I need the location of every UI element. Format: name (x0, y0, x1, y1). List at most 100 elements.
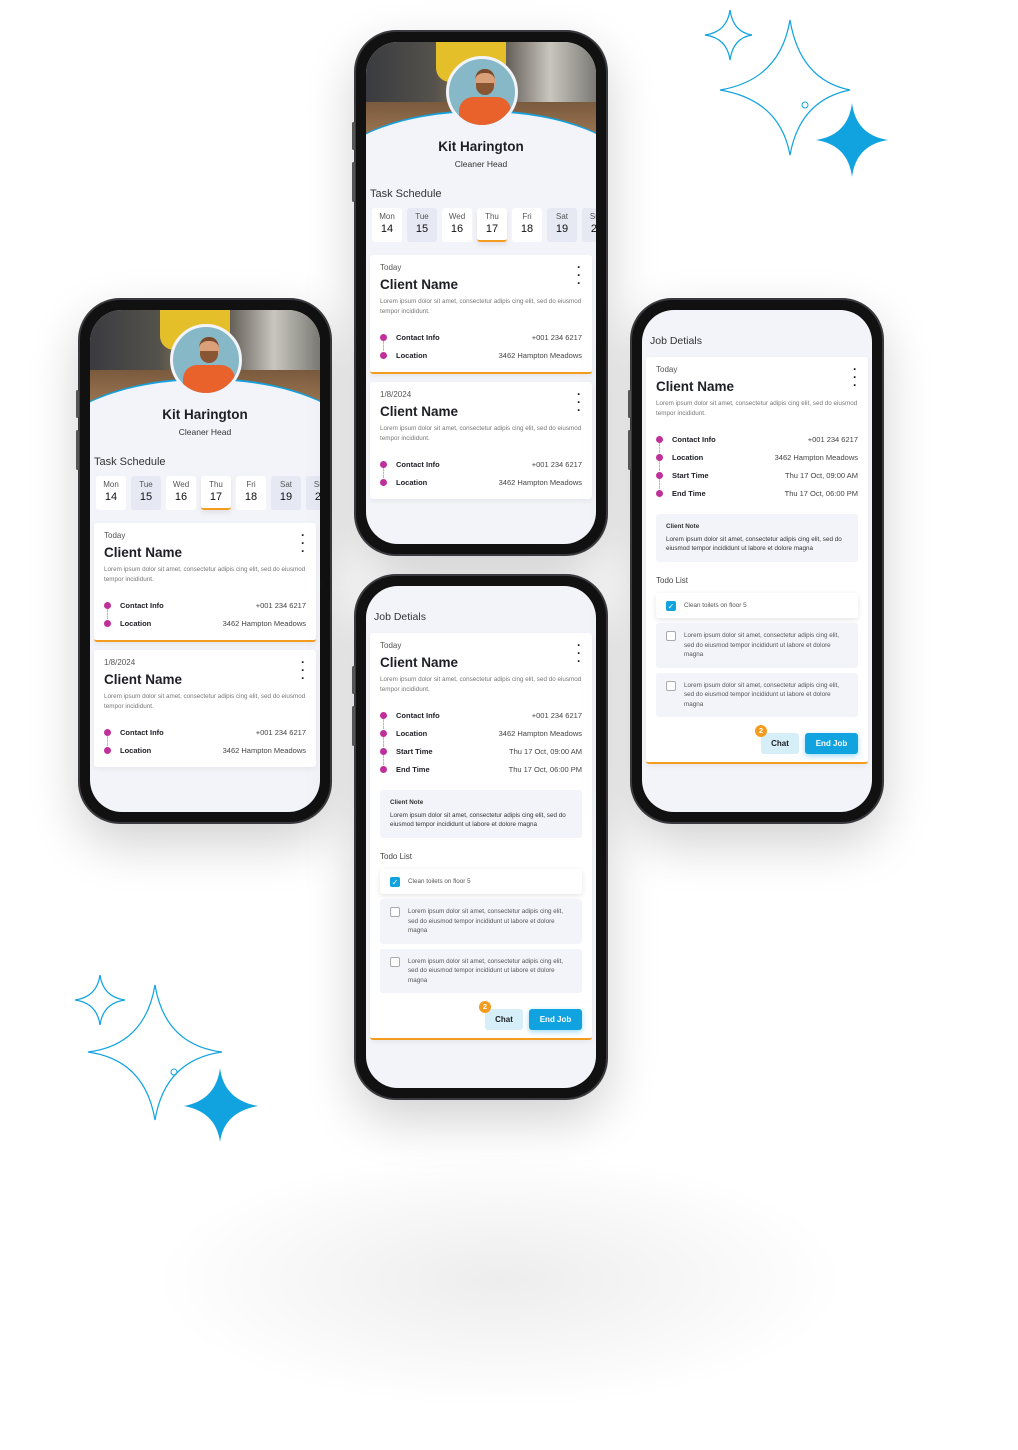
more-options-icon[interactable]: · · · (852, 363, 858, 391)
todo-checkbox[interactable] (666, 631, 676, 641)
more-options-icon[interactable]: · · · (300, 656, 306, 684)
task-description: Lorem ipsum dolor sit amet, consectetur … (104, 693, 306, 710)
day-chip-mon[interactable]: Mon 14 (372, 208, 402, 242)
day-date: 18 (244, 491, 258, 503)
todo-item[interactable]: Lorem ipsum dolor sit amet, consectetur … (656, 672, 858, 717)
task-date: Today (380, 263, 402, 272)
client-name: Client Name (104, 672, 183, 687)
side-button[interactable] (76, 390, 79, 418)
end-job-button[interactable]: End Job (805, 733, 858, 754)
day-chip-wed[interactable]: Wed 16 (442, 208, 472, 242)
day-date: 16 (174, 491, 188, 503)
side-button[interactable] (628, 430, 631, 470)
side-button[interactable] (352, 122, 355, 150)
more-options-icon[interactable]: · · · (300, 529, 306, 557)
avatar[interactable] (170, 324, 242, 396)
info-label: Start Time (656, 471, 709, 480)
day-date: 19 (555, 223, 569, 235)
job-date: Today (656, 365, 678, 374)
task-card[interactable]: Today · · · Client Name Lorem ipsum dolor sit… (370, 255, 592, 374)
info-value: Thu 17 Oct, 06:00 PM (784, 488, 858, 498)
avatar-body (183, 365, 235, 393)
more-options-icon[interactable]: · · · (576, 639, 582, 667)
section-title: Task Schedule (94, 456, 166, 468)
day-chip-mon[interactable]: Mon 14 (96, 476, 126, 510)
client-note-title: Client Note (666, 523, 700, 530)
task-card[interactable]: 1/8/2024 · · · Client Name Lorem ipsum dolor … (94, 650, 316, 767)
todo-checkbox[interactable] (666, 680, 676, 691)
info-row: Location 3462 Hampton Meadows (380, 346, 582, 364)
todo-text: Lorem ipsum dolor sit amet, consectetur … (408, 957, 564, 984)
day-name: Fri (246, 480, 256, 489)
todo-checkbox[interactable] (390, 907, 400, 917)
todo-item[interactable]: Lorem ipsum dolor sit amet, consectetur … (380, 899, 582, 944)
todo-text: Lorem ipsum dolor sit amet, consectetur … (684, 681, 840, 708)
info-label: Contact Info (656, 435, 716, 444)
day-chip-thu[interactable]: Thu 17 (201, 476, 231, 510)
end-job-button[interactable]: End Job (529, 1009, 582, 1030)
info-value: 3462 Hampton Meadows (498, 728, 582, 738)
todo-item[interactable]: Lorem ipsum dolor sit amet, consectetur … (656, 623, 858, 668)
info-value: 3462 Hampton Meadows (222, 618, 306, 628)
chat-unread-badge: 2 (479, 1001, 491, 1013)
info-value: Thu 17 Oct, 09:00 AM (785, 470, 858, 480)
todo-text: Clean toilets on floor 5 (684, 601, 747, 609)
day-chip-thu[interactable]: Thu 17 (477, 208, 507, 242)
info-row: Contact Info +001 234 6217 (104, 596, 306, 619)
sparkle-decoration-bottom (74, 974, 258, 1142)
side-button[interactable] (628, 390, 631, 418)
info-value: 3462 Hampton Meadows (498, 350, 582, 360)
task-description: Lorem ipsum dolor sit amet, consectetur … (380, 298, 582, 315)
todo-item[interactable]: ✓ Clean toilets on floor 5 (656, 592, 858, 618)
day-chip-sat[interactable]: Sat 19 (547, 208, 577, 242)
day-chip-sat[interactable]: Sat 19 (271, 476, 301, 510)
day-selector: Mon 14 Tue 15 Wed 16 Thu 17 Fri 18 Sat 19 Sun 20 (96, 476, 320, 510)
todo-checkbox[interactable] (390, 956, 400, 967)
sparkle-dot-icon (801, 101, 809, 109)
info-timeline: Contact Info +001 234 6217 Location 3462 Ha… (380, 706, 582, 778)
task-date: 1/8/2024 (380, 390, 412, 399)
chat-button[interactable]: Chat 2 (479, 1001, 523, 1030)
sparkle-dot-icon (170, 1068, 178, 1076)
task-card[interactable]: 1/8/2024 · · · Client Name Lorem ipsum dolor … (370, 382, 592, 499)
chat-button[interactable]: Chat 2 (755, 725, 799, 754)
todo-checkbox[interactable]: ✓ (666, 600, 676, 611)
page-title: Job Detials (374, 611, 426, 623)
side-button[interactable] (352, 666, 355, 694)
day-chip-fri[interactable]: Fri 18 (236, 476, 266, 510)
info-label: Contact Info (104, 728, 164, 737)
day-name: Mon (103, 480, 119, 489)
day-name: Tue (139, 480, 153, 489)
info-row: Contact Info +001 234 6217 (380, 706, 582, 729)
info-label: Location (104, 619, 151, 628)
side-button[interactable] (352, 706, 355, 746)
day-chip-sun[interactable]: Sun 20 (582, 208, 596, 242)
chat-label: Chat (495, 1015, 513, 1024)
info-label: Location (380, 351, 427, 360)
action-buttons: Chat 2 End Job (380, 1001, 582, 1030)
task-date: Today (104, 531, 126, 540)
avatar[interactable] (446, 56, 518, 128)
todo-item[interactable]: ✓ Clean toilets on floor 5 (380, 868, 582, 894)
info-timeline: Contact Info +001 234 6217 Location 3462 Ha… (380, 328, 582, 364)
side-button[interactable] (76, 430, 79, 470)
todo-checkbox[interactable]: ✓ (390, 876, 400, 887)
todo-item[interactable]: Lorem ipsum dolor sit amet, consectetur … (380, 948, 582, 993)
info-value: +001 234 6217 (807, 434, 858, 444)
day-chip-wed[interactable]: Wed 16 (166, 476, 196, 510)
info-label: End Time (656, 489, 706, 498)
client-note: Client Note Lorem ipsum dolor sit amet, c… (656, 514, 858, 562)
profile-name: Kit Harington (162, 407, 248, 422)
task-card[interactable]: Today · · · Client Name Lorem ipsum dolor sit… (94, 523, 316, 642)
day-chip-tue[interactable]: Tue 15 (131, 476, 161, 510)
side-button[interactable] (352, 162, 355, 202)
day-chip-sun[interactable]: Sun 20 (306, 476, 320, 510)
avatar-beard (476, 83, 494, 95)
day-chip-fri[interactable]: Fri 18 (512, 208, 542, 242)
info-row: Contact Info +001 234 6217 (380, 328, 582, 351)
info-value: 3462 Hampton Meadows (222, 745, 306, 755)
more-options-icon[interactable]: · · · (576, 261, 582, 289)
day-chip-tue[interactable]: Tue 15 (407, 208, 437, 242)
more-options-icon[interactable]: · · · (576, 388, 582, 416)
info-label: Contact Info (104, 601, 164, 610)
